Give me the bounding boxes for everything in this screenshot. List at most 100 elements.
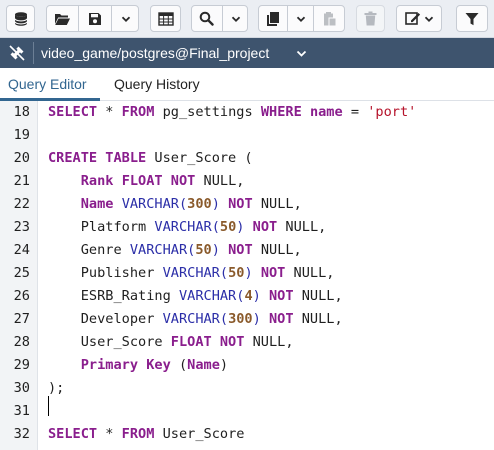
code-token: User_Score bbox=[154, 426, 245, 442]
code-token: NULL, bbox=[285, 265, 335, 281]
code-token: name bbox=[309, 104, 343, 120]
code-line[interactable]: 26 ESRB_Rating VARCHAR(4) NOT NULL, bbox=[0, 285, 494, 308]
database-icon bbox=[13, 11, 28, 26]
delete-button[interactable] bbox=[356, 5, 385, 32]
code-token: = bbox=[342, 104, 368, 120]
edit-button[interactable] bbox=[396, 5, 442, 32]
code-token: NOT bbox=[269, 311, 294, 327]
copy-button[interactable] bbox=[258, 5, 287, 32]
sql-editor[interactable]: 18 SELECT * FROM pg_settings WHERE name =… bbox=[0, 101, 494, 450]
code-token: ( bbox=[219, 311, 229, 327]
code-line[interactable]: 21 Rank FLOAT NOT NULL, bbox=[0, 170, 494, 193]
tab-query-editor[interactable]: Query Editor bbox=[8, 75, 87, 93]
code-token: User_Score ( bbox=[146, 150, 253, 166]
line-number: 32 bbox=[13, 426, 30, 442]
code-token: ) bbox=[211, 242, 220, 258]
save-options-dropdown[interactable] bbox=[112, 5, 139, 32]
code-token: ( bbox=[178, 196, 188, 212]
code-line[interactable]: 28 User_Score FLOAT NOT NULL, bbox=[0, 331, 494, 354]
code-line[interactable]: 32 SELECT * FROM User_Score bbox=[0, 423, 494, 446]
open-file-button[interactable] bbox=[46, 5, 78, 32]
copy-icon bbox=[266, 11, 279, 26]
connection-label[interactable]: video_game/postgres@Final_project bbox=[41, 44, 269, 62]
code-text[interactable]: Platform VARCHAR(50) NOT NULL, bbox=[48, 216, 327, 239]
toolbar bbox=[0, 0, 494, 38]
code-token: Primary bbox=[80, 357, 139, 373]
code-token: Rank bbox=[80, 173, 114, 189]
code-text[interactable]: CREATE TABLE User_Score ( bbox=[48, 147, 253, 170]
code-text[interactable]: Primary Key (Name) bbox=[48, 354, 228, 377]
code-line[interactable]: 25 Publisher VARCHAR(50) NOT NULL, bbox=[0, 262, 494, 285]
code-line[interactable]: 20 CREATE TABLE User_Score ( bbox=[0, 147, 494, 170]
line-number: 28 bbox=[13, 334, 30, 350]
code-token: 50 bbox=[228, 265, 245, 281]
code-line[interactable]: 24 Genre VARCHAR(50) NOT NULL, bbox=[0, 239, 494, 262]
code-token: NOT bbox=[228, 196, 253, 212]
code-token: TABLE bbox=[105, 150, 147, 166]
code-token: VARCHAR bbox=[129, 242, 188, 258]
code-line[interactable]: 30); bbox=[0, 377, 494, 400]
save-button[interactable] bbox=[79, 5, 111, 32]
code-text[interactable]: User_Score FLOAT NOT NULL, bbox=[48, 331, 294, 354]
chevron-down-icon bbox=[231, 16, 240, 22]
line-number: 27 bbox=[13, 311, 30, 327]
code-token: NOT bbox=[170, 173, 196, 189]
tab-query-history[interactable]: Query History bbox=[114, 75, 200, 93]
code-text[interactable]: SELECT * FROM User_Score bbox=[48, 423, 244, 446]
code-token: Developer bbox=[48, 311, 163, 327]
code-token: Platform bbox=[48, 219, 155, 235]
code-token: NOT bbox=[252, 219, 278, 235]
code-token: FROM bbox=[121, 104, 155, 120]
code-token: ) bbox=[244, 265, 253, 281]
code-line[interactable]: 27 Developer VARCHAR(300) NOT NULL, bbox=[0, 308, 494, 331]
code-line[interactable]: 31 bbox=[0, 400, 494, 423]
code-line[interactable]: 19 bbox=[0, 124, 494, 147]
line-number: 20 bbox=[13, 150, 30, 166]
line-number: 31 bbox=[13, 403, 30, 419]
line-number: 23 bbox=[13, 219, 30, 235]
code-text[interactable]: SELECT * FROM pg_settings WHERE name = '… bbox=[48, 101, 416, 124]
code-text[interactable]: Publisher VARCHAR(50) NOT NULL, bbox=[48, 262, 335, 285]
code-token: * bbox=[97, 426, 122, 442]
code-token: ) bbox=[252, 311, 261, 327]
find-button[interactable] bbox=[191, 5, 222, 32]
code-text[interactable]: Rank FLOAT NOT NULL, bbox=[48, 170, 245, 193]
database-button[interactable] bbox=[6, 5, 35, 32]
code-token: 300 bbox=[228, 311, 253, 327]
save-icon bbox=[89, 12, 101, 25]
view-data-button[interactable] bbox=[150, 5, 181, 32]
code-token: VARCHAR bbox=[154, 219, 212, 235]
code-text[interactable]: Developer VARCHAR(300) NOT NULL, bbox=[48, 308, 343, 331]
code-line[interactable]: 22 Name VARCHAR(300) NOT NULL, bbox=[0, 193, 494, 216]
chevron-down-icon[interactable] bbox=[296, 48, 307, 59]
chevron-down-icon bbox=[424, 16, 433, 22]
disconnected-plug-icon[interactable] bbox=[8, 44, 26, 62]
filter-button[interactable] bbox=[456, 5, 488, 32]
code-token: ( bbox=[219, 265, 229, 281]
code-token: ( bbox=[211, 219, 220, 235]
code-line[interactable]: 18 SELECT * FROM pg_settings WHERE name =… bbox=[0, 101, 494, 124]
line-number: 29 bbox=[13, 357, 30, 373]
find-options-dropdown[interactable] bbox=[223, 5, 248, 32]
code-token: 'port' bbox=[367, 104, 417, 120]
code-token: Key bbox=[146, 357, 171, 373]
code-text[interactable]: ESRB_Rating VARCHAR(4) NOT NULL, bbox=[48, 285, 343, 308]
code-token: NULL, bbox=[252, 242, 302, 258]
code-token: * bbox=[97, 104, 122, 120]
code-text[interactable]: Name VARCHAR(300) NOT NULL, bbox=[48, 193, 302, 216]
code-line[interactable]: 23 Platform VARCHAR(50) NOT NULL, bbox=[0, 216, 494, 239]
copy-options-dropdown[interactable] bbox=[288, 5, 313, 32]
code-token: Name bbox=[187, 357, 220, 373]
code-text[interactable]: ); bbox=[48, 377, 64, 400]
code-token: VARCHAR bbox=[178, 288, 237, 304]
paste-button[interactable] bbox=[314, 5, 345, 32]
code-line[interactable]: 29 Primary Key (Name) bbox=[0, 354, 494, 377]
code-text[interactable]: Genre VARCHAR(50) NOT NULL, bbox=[48, 239, 302, 262]
connection-bar: video_game/postgres@Final_project bbox=[0, 38, 494, 68]
